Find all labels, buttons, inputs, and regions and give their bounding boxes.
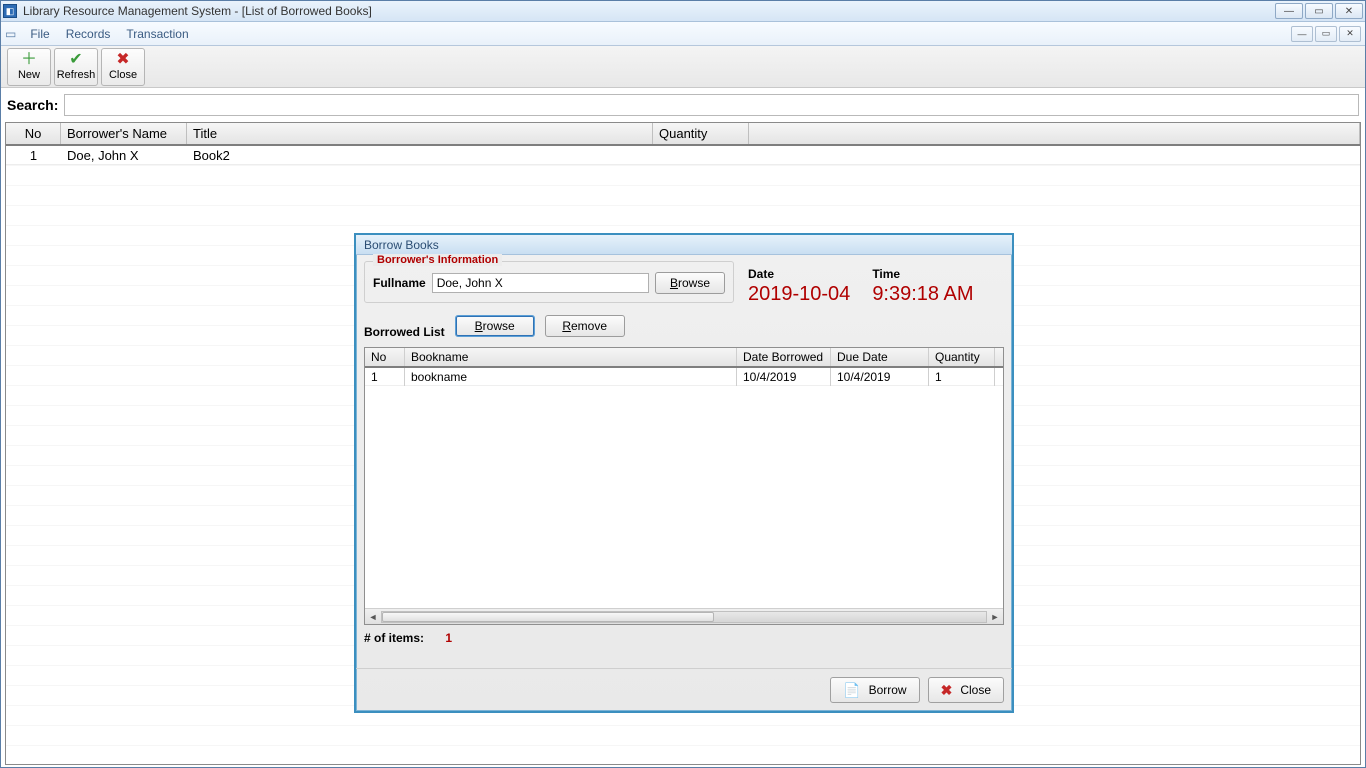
date-value: 2019-10-04 [748,283,850,306]
window-controls: — ▭ ✕ [1275,3,1363,19]
items-count-row: # of items: 1 [364,631,1004,645]
borrowed-grid: No Bookname Date Borrowed Due Date Quant… [364,347,1004,625]
borrower-info-fieldset: Borrower's Information Fullname Browse [364,261,734,303]
main-window: Library Resource Management System - [Li… [0,0,1366,768]
borrowed-list-row: Borrowed List Browse Remove [364,313,1004,339]
datetime-block: Date 2019-10-04 Time 9:39:18 AM [748,267,974,306]
browse-book-button[interactable]: Browse [455,315,535,337]
fullname-label: Fullname [373,276,426,290]
subcol-book[interactable]: Bookname [405,348,737,366]
sc-qty: 1 [929,368,995,386]
table-row[interactable]: 1 bookname 10/4/2019 10/4/2019 1 [365,368,1003,386]
check-icon: ✔ [69,52,82,68]
content-area: Search: No Borrower's Name Title Quantit… [1,88,1365,767]
sc-db: 10/4/2019 [737,368,831,386]
mdi-maximize-button[interactable]: ▭ [1315,26,1337,42]
borrow-icon: 📄 [843,682,860,699]
cell-qty [653,154,749,156]
close-window-button[interactable]: ✕ [1335,3,1363,19]
date-col: Date 2019-10-04 [748,267,850,306]
menu-file[interactable]: File [22,25,57,43]
menu-transaction[interactable]: Transaction [118,25,196,43]
mdi-close-button[interactable]: ✕ [1339,26,1361,42]
horizontal-scrollbar[interactable]: ◄ ► [365,608,1003,624]
items-count: 1 [445,631,452,645]
grid-header: No Borrower's Name Title Quantity [6,123,1360,146]
close-icon: ✖ [941,682,953,699]
cell-no: 1 [6,147,61,164]
browse-borrower-button[interactable]: Browse [655,272,725,294]
close-button[interactable]: ✖ Close [101,48,145,86]
borrow-button[interactable]: 📄 Borrow [830,677,919,703]
col-quantity[interactable]: Quantity [653,123,749,144]
scroll-right-icon[interactable]: ► [987,612,1003,622]
remove-book-button[interactable]: Remove [545,315,625,337]
col-spacer [749,123,1360,144]
cell-name: Doe, John X [61,147,187,164]
dialog-body: Borrower's Information Fullname Browse D… [356,255,1012,668]
borrowed-list-label: Borrowed List [364,325,445,339]
scroll-thumb[interactable] [382,612,714,622]
refresh-button[interactable]: ✔ Refresh [54,48,98,86]
table-row[interactable]: 1 Doe, John X Book2 [6,146,1360,165]
sc-book: bookname [405,368,737,386]
plus-icon: ＋ [21,52,37,68]
titlebar: Library Resource Management System - [Li… [1,1,1365,22]
subcol-quantity[interactable]: Quantity [929,348,995,366]
sc-due: 10/4/2019 [831,368,929,386]
new-button[interactable]: ＋ New [7,48,51,86]
dialog-close-label: Close [960,683,991,697]
app-icon [3,4,17,18]
x-icon: ✖ [116,52,129,68]
menu-records[interactable]: Records [58,25,119,43]
time-value: 9:39:18 AM [872,283,973,306]
col-borrower[interactable]: Borrower's Name [61,123,187,144]
toolbar: ＋ New ✔ Refresh ✖ Close [1,46,1365,88]
borrowed-grid-header: No Bookname Date Borrowed Due Date Quant… [365,348,1003,368]
search-row: Search: [5,90,1361,122]
subcol-date-borrowed[interactable]: Date Borrowed [737,348,831,366]
sc-no: 1 [365,368,405,386]
scroll-track[interactable] [381,611,987,623]
scroll-left-icon[interactable]: ◄ [365,612,381,622]
col-title[interactable]: Title [187,123,653,144]
items-label: # of items: [364,631,424,645]
maximize-button[interactable]: ▭ [1305,3,1333,19]
search-input[interactable] [64,94,1359,116]
cell-title: Book2 [187,147,653,164]
dialog-close-button[interactable]: ✖ Close [928,677,1004,703]
time-col: Time 9:39:18 AM [872,267,973,306]
date-label: Date [748,267,850,281]
borrow-dialog: Borrow Books Borrower's Information Full… [354,233,1014,713]
borrowed-grid-body[interactable]: 1 bookname 10/4/2019 10/4/2019 1 [365,368,1003,608]
mdi-window-controls: — ▭ ✕ [1291,26,1361,42]
time-label: Time [872,267,973,281]
borrower-legend: Borrower's Information [373,254,502,266]
dialog-footer: 📄 Borrow ✖ Close [356,668,1012,711]
dialog-title[interactable]: Borrow Books [356,235,1012,255]
subcol-due-date[interactable]: Due Date [831,348,929,366]
menubar: ▭ File Records Transaction — ▭ ✕ [1,22,1365,46]
window-title: Library Resource Management System - [Li… [23,4,372,18]
borrow-button-label: Borrow [869,683,907,697]
subcol-no[interactable]: No [365,348,405,366]
fullname-input[interactable] [432,273,649,293]
minimize-button[interactable]: — [1275,3,1303,19]
search-label: Search: [7,97,58,113]
mdi-minimize-button[interactable]: — [1291,26,1313,42]
mdi-restore-icon[interactable]: ▭ [5,27,16,41]
col-no[interactable]: No [6,123,61,144]
